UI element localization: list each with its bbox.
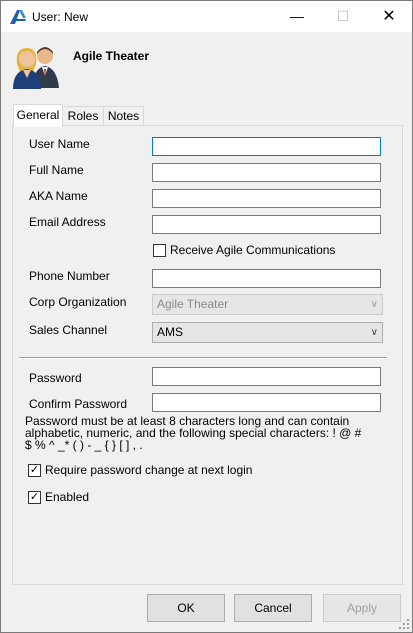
users-icon <box>13 47 59 89</box>
email-address-input[interactable] <box>152 215 381 234</box>
confirm-password-label: Confirm Password <box>29 397 128 411</box>
tab-notes[interactable]: Notes <box>103 106 144 126</box>
aka-name-label: AKA Name <box>29 189 88 203</box>
password-input[interactable] <box>152 367 381 386</box>
maximize-button[interactable]: ☐ <box>320 1 366 32</box>
enabled-checkbox[interactable]: ✓ <box>28 491 41 504</box>
chevron-down-icon: ∨ <box>370 299 378 310</box>
apply-button[interactable]: Apply <box>323 594 401 622</box>
sales-channel-label: Sales Channel <box>29 323 108 337</box>
email-address-label: Email Address <box>29 215 106 229</box>
aka-name-input[interactable] <box>152 189 381 208</box>
agile-logo-icon <box>10 10 26 24</box>
cancel-button[interactable]: Cancel <box>234 594 312 622</box>
confirm-password-input[interactable] <box>152 393 381 412</box>
corp-organization-select[interactable]: Agile Theater ∨ <box>152 294 383 315</box>
user-name-label: User Name <box>29 137 90 151</box>
tab-roles[interactable]: Roles <box>62 106 104 126</box>
tab-general[interactable]: General <box>13 104 63 127</box>
chevron-down-icon: ∨ <box>370 327 378 338</box>
receive-communications-label[interactable]: Receive Agile Communications <box>170 243 335 257</box>
phone-number-input[interactable] <box>152 269 381 288</box>
password-label: Password <box>29 371 82 385</box>
require-password-change-checkbox[interactable]: ✓ <box>28 464 41 477</box>
section-divider <box>19 357 387 359</box>
user-name-input[interactable] <box>152 137 381 156</box>
minimize-button[interactable]: — <box>274 1 320 32</box>
title-bar: User: New — ☐ ✕ <box>1 1 412 32</box>
close-button[interactable]: ✕ <box>366 1 412 32</box>
full-name-label: Full Name <box>29 163 84 177</box>
sales-channel-value: AMS <box>157 325 184 339</box>
require-password-change-label[interactable]: Require password change at next login <box>45 463 252 477</box>
resize-grip-icon[interactable] <box>399 619 409 629</box>
enabled-label[interactable]: Enabled <box>45 490 89 504</box>
window-title: User: New <box>32 10 89 24</box>
receive-communications-checkbox[interactable] <box>153 244 166 257</box>
sales-channel-select[interactable]: AMS ∨ <box>152 322 383 343</box>
full-name-input[interactable] <box>152 163 381 182</box>
ok-button[interactable]: OK <box>147 594 225 622</box>
password-requirements-note: Password must be at least 8 characters l… <box>25 414 362 452</box>
corp-organization-label: Corp Organization <box>29 295 127 309</box>
phone-number-label: Phone Number <box>29 269 110 283</box>
user-dialog-window: User: New — ☐ ✕ Agile Theater General Ro… <box>0 0 413 633</box>
corp-organization-value: Agile Theater <box>157 297 229 311</box>
organization-title: Agile Theater <box>73 49 150 63</box>
